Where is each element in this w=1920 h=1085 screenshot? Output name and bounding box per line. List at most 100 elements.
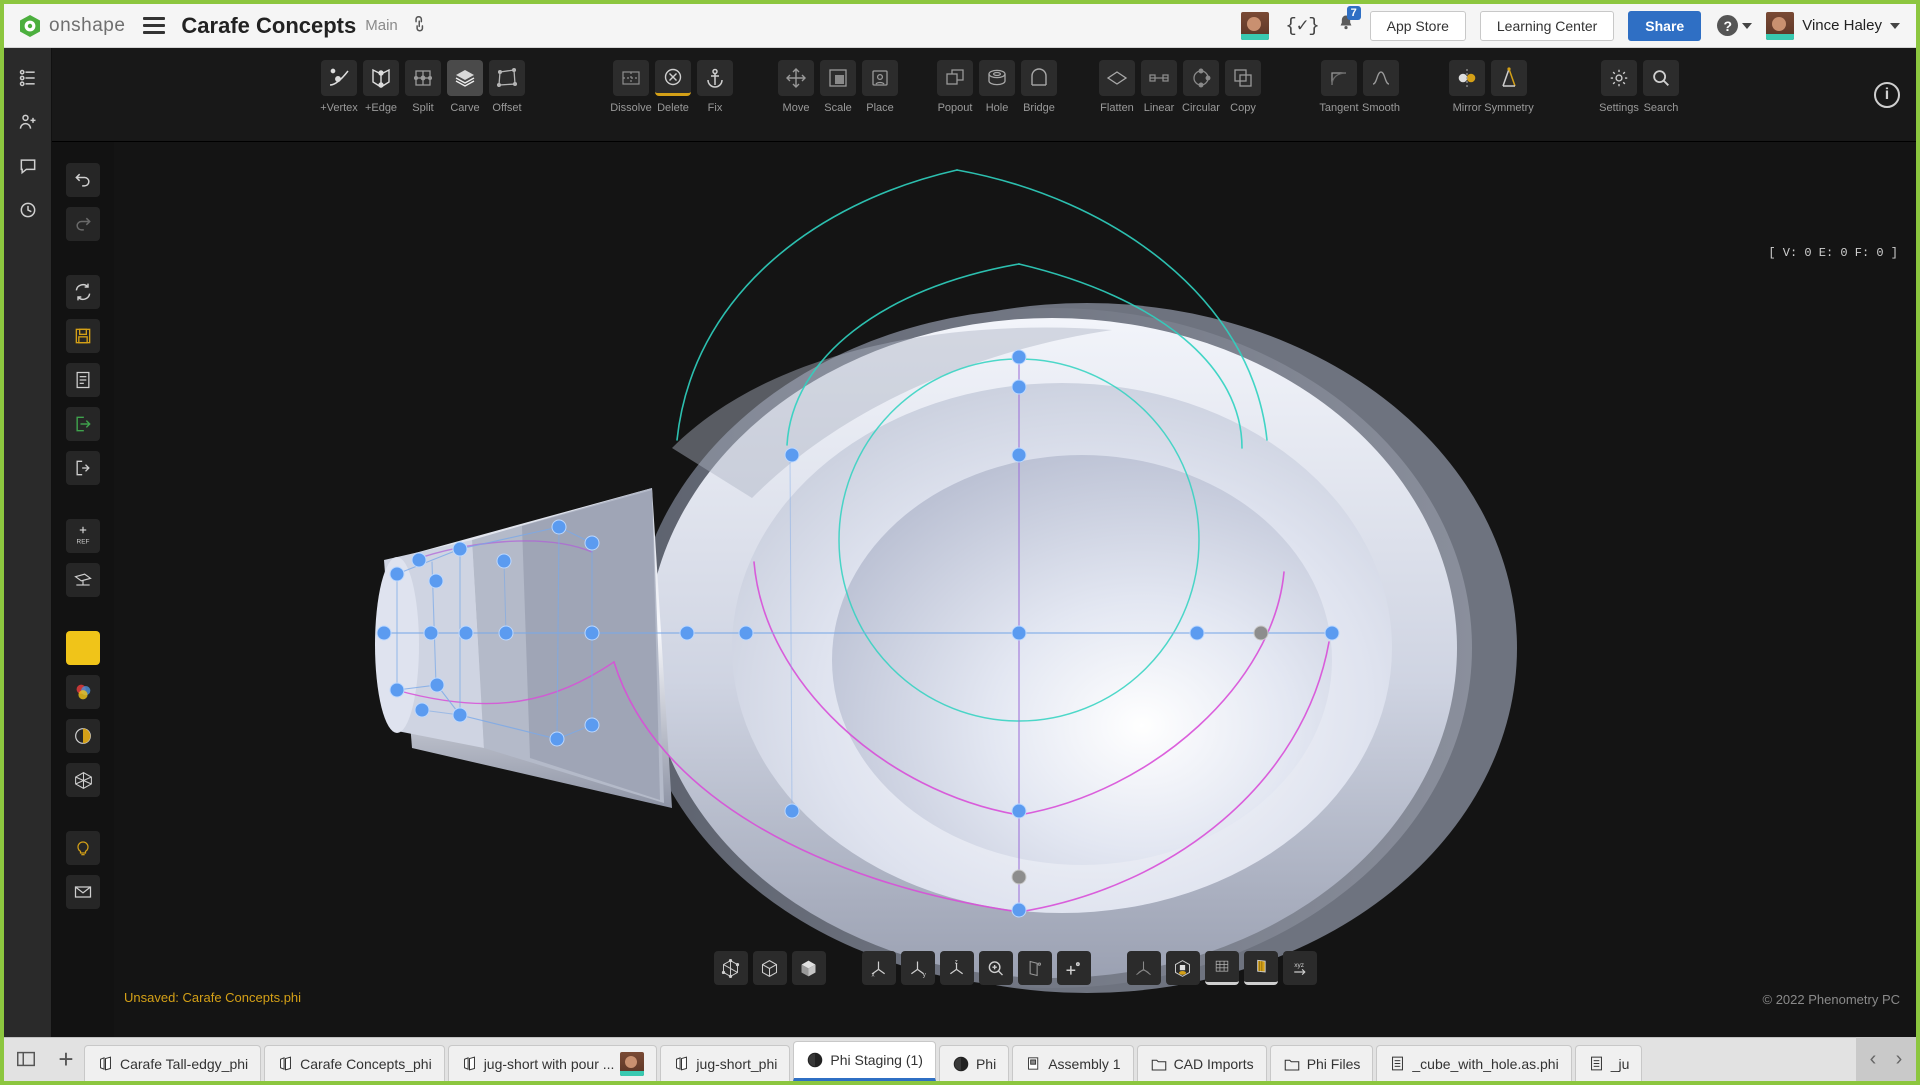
tool-hole[interactable]: Hole bbox=[978, 60, 1016, 114]
chevron-down-icon bbox=[1742, 23, 1752, 29]
origin-cube-icon[interactable] bbox=[1166, 951, 1200, 985]
3d-viewport[interactable]: [ V: 0 E: 0 F: 0 ] Unsaved: Carafe Conce… bbox=[114, 142, 1916, 1037]
section-view-icon[interactable] bbox=[1018, 951, 1052, 985]
tab-assembly-1[interactable]: Assembly 1 bbox=[1012, 1045, 1133, 1081]
zoom-fit-icon[interactable] bbox=[979, 951, 1013, 985]
tab-phi-staging[interactable]: Phi Staging (1) bbox=[793, 1041, 936, 1081]
tab-ju-truncated[interactable]: _ju bbox=[1575, 1045, 1643, 1081]
redo-icon[interactable] bbox=[66, 207, 100, 241]
tool-add-edge[interactable]: +Edge bbox=[362, 60, 400, 114]
add-tab-button[interactable]: + bbox=[48, 1037, 84, 1081]
tab-label: _cube_with_hole.as.phi bbox=[1412, 1056, 1558, 1072]
axes-toggle-icon[interactable]: xyz bbox=[1283, 951, 1317, 985]
file-icon bbox=[1588, 1055, 1605, 1072]
tab-jug-short-with-pour[interactable]: jug-short with pour ... bbox=[448, 1045, 658, 1081]
tool-label: Split bbox=[412, 102, 433, 114]
tool-mirror[interactable]: Mirror bbox=[1448, 60, 1486, 114]
tool-symmetry[interactable]: Symmetry bbox=[1490, 60, 1528, 114]
reference-plane-icon[interactable]: REF bbox=[66, 519, 100, 553]
tab-phi-files[interactable]: Phi Files bbox=[1270, 1045, 1374, 1081]
tool-copy[interactable]: Copy bbox=[1224, 60, 1262, 114]
tab-cad-imports[interactable]: CAD Imports bbox=[1137, 1045, 1267, 1081]
hamburger-menu-icon[interactable] bbox=[143, 17, 165, 34]
add-person-icon[interactable] bbox=[11, 105, 45, 139]
tab-jug-short[interactable]: jug-short_phi bbox=[660, 1045, 790, 1081]
view-x-axis-icon[interactable]: x bbox=[862, 951, 896, 985]
tool-bridge[interactable]: Bridge bbox=[1020, 60, 1058, 114]
tab-label: Assembly 1 bbox=[1048, 1056, 1120, 1072]
learning-center-button[interactable]: Learning Center bbox=[1480, 11, 1614, 41]
save-icon[interactable] bbox=[66, 319, 100, 353]
tool-offset[interactable]: Offset bbox=[488, 60, 526, 114]
document-icon[interactable] bbox=[66, 363, 100, 397]
bounding-box-icon[interactable] bbox=[714, 951, 748, 985]
light-bulb-icon[interactable] bbox=[66, 831, 100, 865]
grid-toggle-icon[interactable] bbox=[1205, 951, 1239, 985]
tool-tangent[interactable]: Tangent bbox=[1320, 60, 1358, 114]
tab-carafe-concepts[interactable]: Carafe Concepts_phi bbox=[264, 1045, 445, 1081]
place-icon bbox=[862, 60, 898, 96]
panel-toggle-icon[interactable] bbox=[4, 1037, 48, 1081]
delete-icon bbox=[655, 60, 691, 96]
tool-split[interactable]: Split bbox=[404, 60, 442, 114]
onshape-logo[interactable]: onshape bbox=[18, 14, 125, 38]
view-y-axis-icon[interactable]: y bbox=[901, 951, 935, 985]
undo-icon[interactable] bbox=[66, 163, 100, 197]
tool-settings[interactable]: Settings bbox=[1600, 60, 1638, 114]
isometric-view-icon[interactable] bbox=[1127, 951, 1161, 985]
user-menu[interactable]: Vince Haley bbox=[1766, 12, 1900, 40]
history-icon[interactable] bbox=[11, 193, 45, 227]
tab-label: jug-short with pour ... bbox=[484, 1056, 615, 1072]
tool-label: Bridge bbox=[1023, 102, 1055, 114]
chevron-left-icon[interactable]: ‹ bbox=[1860, 1044, 1886, 1074]
tool-flatten[interactable]: Flatten bbox=[1098, 60, 1136, 114]
shading-toggle-icon[interactable] bbox=[1244, 951, 1278, 985]
color-wheel-icon[interactable] bbox=[66, 675, 100, 709]
texture-icon[interactable] bbox=[66, 719, 100, 753]
tool-move[interactable]: Move bbox=[777, 60, 815, 114]
tool-popout[interactable]: Popout bbox=[936, 60, 974, 114]
tool-circular[interactable]: Circular bbox=[1182, 60, 1220, 114]
folder-icon bbox=[1150, 1055, 1168, 1073]
view-z-axis-icon[interactable]: z bbox=[940, 951, 974, 985]
app-store-button[interactable]: App Store bbox=[1370, 11, 1466, 41]
tab-label: Phi Files bbox=[1307, 1056, 1361, 1072]
gear-icon bbox=[1601, 60, 1637, 96]
tool-label: Copy bbox=[1230, 102, 1256, 114]
tab-phi[interactable]: Phi bbox=[939, 1045, 1009, 1081]
solid-box-icon[interactable] bbox=[792, 951, 826, 985]
tool-search[interactable]: Search bbox=[1642, 60, 1680, 114]
tool-carve[interactable]: Carve bbox=[446, 60, 484, 114]
shaded-box-icon[interactable] bbox=[753, 951, 787, 985]
featurescript-icon[interactable]: {✓} bbox=[1285, 14, 1319, 37]
share-button[interactable]: Share bbox=[1628, 11, 1701, 41]
tool-add-vertex[interactable]: +Vertex bbox=[320, 60, 358, 114]
import-icon[interactable] bbox=[66, 407, 100, 441]
feature-list-icon[interactable] bbox=[11, 61, 45, 95]
add-view-icon[interactable] bbox=[1057, 951, 1091, 985]
chevron-right-icon[interactable]: › bbox=[1886, 1044, 1912, 1074]
tool-dissolve[interactable]: Dissolve bbox=[612, 60, 650, 114]
section-plane-icon[interactable] bbox=[66, 563, 100, 597]
sync-icon[interactable] bbox=[66, 275, 100, 309]
tool-place[interactable]: Place bbox=[861, 60, 899, 114]
help-menu[interactable]: ? bbox=[1717, 15, 1752, 36]
tool-delete[interactable]: Delete bbox=[654, 60, 692, 114]
color-swatch-icon[interactable] bbox=[66, 631, 100, 665]
tool-label: Smooth bbox=[1362, 102, 1400, 114]
tool-fix[interactable]: Fix bbox=[696, 60, 734, 114]
collaborator-avatar[interactable] bbox=[1241, 12, 1269, 40]
link-icon[interactable] bbox=[406, 11, 435, 40]
mesh-icon[interactable] bbox=[66, 763, 100, 797]
tab-cube-with-hole[interactable]: _cube_with_hole.as.phi bbox=[1376, 1045, 1571, 1081]
notifications-bell[interactable]: 7 bbox=[1336, 13, 1356, 39]
info-icon[interactable]: i bbox=[1874, 82, 1900, 108]
tool-label: Move bbox=[783, 102, 810, 114]
tool-scale[interactable]: Scale bbox=[819, 60, 857, 114]
tool-smooth[interactable]: Smooth bbox=[1362, 60, 1400, 114]
export-icon[interactable] bbox=[66, 451, 100, 485]
comment-icon[interactable] bbox=[11, 149, 45, 183]
tool-linear[interactable]: Linear bbox=[1140, 60, 1178, 114]
envelope-icon[interactable] bbox=[66, 875, 100, 909]
tab-carafe-tall-edgy[interactable]: Carafe Tall-edgy_phi bbox=[84, 1045, 261, 1081]
